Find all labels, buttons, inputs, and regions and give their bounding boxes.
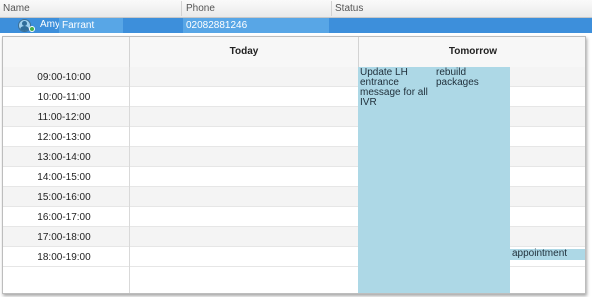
calendar-event[interactable]: rebuild packages xyxy=(434,67,510,293)
contact-last-name: Farrant xyxy=(59,18,123,33)
time-slot-label: 09:00-10:00 xyxy=(37,72,91,83)
contact-first-name: Amy xyxy=(40,19,60,30)
column-header-row: Name Phone Status xyxy=(0,0,592,18)
time-slot-label: 15:00-16:00 xyxy=(37,192,91,203)
column-divider xyxy=(129,67,130,293)
contact-phone: 02082881246 xyxy=(183,18,329,33)
contact-row-selected[interactable]: Amy Farrant 02082881246 xyxy=(0,18,592,33)
event-label: rebuild packages xyxy=(436,67,479,88)
time-slot-label: 17:00-18:00 xyxy=(37,232,91,243)
column-header-name[interactable]: Name xyxy=(3,3,30,14)
time-slot-label: 12:00-13:00 xyxy=(37,132,91,143)
time-slot-label: 11:00-12:00 xyxy=(37,112,91,123)
column-header-phone[interactable]: Phone xyxy=(186,3,215,14)
event-label: appointment xyxy=(512,248,568,259)
column-separator[interactable] xyxy=(181,1,182,16)
calendar-event[interactable]: Update LH entrance message for all IVR xyxy=(358,67,434,293)
time-slot-label: 13:00-14:00 xyxy=(37,152,91,163)
time-slot-label: 16:00-17:00 xyxy=(37,212,91,223)
column-header-status[interactable]: Status xyxy=(335,3,363,14)
calendar-event[interactable]: appointment xyxy=(510,248,585,260)
column-separator[interactable] xyxy=(331,1,332,16)
calendar-popup: Today Tomorrow 09:00-10:00 10:00-11:00 1… xyxy=(2,36,586,294)
calendar-header: Today Tomorrow xyxy=(3,37,585,68)
time-slot-label: 14:00-15:00 xyxy=(37,172,91,183)
online-status-icon xyxy=(29,26,35,32)
day-header-tomorrow: Tomorrow xyxy=(448,46,498,57)
event-label: Update LH entrance message for all IVR xyxy=(360,67,428,108)
time-slot-label: 10:00-11:00 xyxy=(37,92,91,103)
day-header-today: Today xyxy=(229,46,259,57)
time-slot-label: 18:00-19:00 xyxy=(37,252,91,263)
